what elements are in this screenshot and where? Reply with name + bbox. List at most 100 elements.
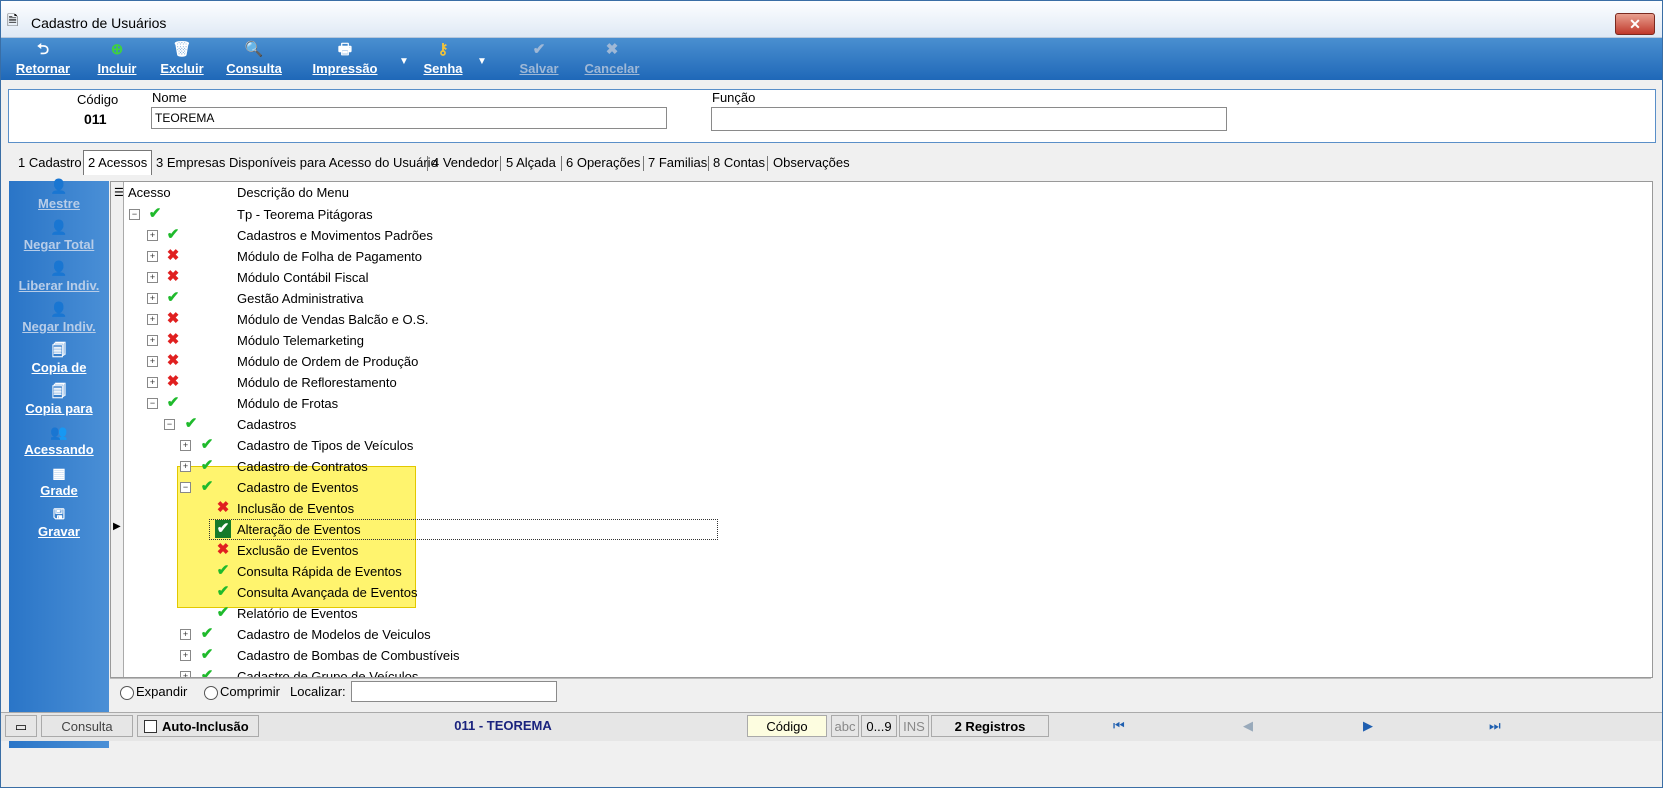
auto-inclusao-toggle[interactable]: Auto-Inclusão (137, 715, 259, 737)
access-granted-icon[interactable]: ✔ (215, 562, 231, 580)
tree-row[interactable]: + ✖ Módulo de Reflorestamento (111, 372, 1652, 393)
expand-icon[interactable]: + (180, 671, 191, 677)
senha-button[interactable]: ⚷ Senha (417, 40, 469, 78)
tab-alcada[interactable]: 5 Alçada (506, 152, 556, 174)
access-granted-icon[interactable]: ✔ (215, 604, 231, 622)
collapse-icon[interactable]: − (147, 398, 158, 409)
tree-row[interactable]: + ✔ Gestão Administrativa (111, 288, 1652, 309)
expandir-radio[interactable] (120, 686, 134, 700)
expand-icon[interactable]: + (147, 251, 158, 262)
tree-row[interactable]: + ✖ Módulo Telemarketing (111, 330, 1652, 351)
access-granted-icon[interactable]: ✔ (199, 478, 215, 496)
column-chooser-icon[interactable]: ☰ (114, 182, 124, 204)
expand-icon[interactable]: + (147, 230, 158, 241)
auto-inclusao-checkbox[interactable] (144, 720, 157, 733)
tab-cadastro[interactable]: 1 Cadastro (18, 152, 82, 174)
last-record-icon[interactable]: ⏭ (1489, 715, 1501, 737)
access-granted-icon[interactable]: ✔ (199, 646, 215, 664)
expand-icon[interactable]: + (147, 356, 158, 367)
expand-icon[interactable]: + (147, 293, 158, 304)
retornar-button[interactable]: ⮌ Retornar (9, 40, 77, 78)
access-granted-icon[interactable]: ✔ (165, 226, 181, 244)
access-granted-icon[interactable]: ✔ (147, 205, 163, 223)
expand-icon[interactable]: + (147, 335, 158, 346)
access-denied-icon[interactable]: ✖ (165, 352, 181, 370)
access-denied-icon[interactable]: ✖ (165, 247, 181, 265)
gravar-button[interactable]: 🖫 Gravar (9, 504, 109, 539)
tree-row[interactable]: − ✔ Cadastro de Eventos (111, 477, 1652, 498)
consulta-button[interactable]: 🔍 Consulta (221, 40, 287, 78)
nome-field[interactable]: TEOREMA (151, 107, 667, 129)
expand-icon[interactable]: + (180, 650, 191, 661)
access-denied-icon[interactable]: ✖ (215, 541, 231, 559)
tree-row[interactable]: + ✔ Cadastros e Movimentos Padrões (111, 225, 1652, 246)
copia-de-button[interactable]: 🗐 Copia de (9, 340, 109, 375)
prev-record-icon[interactable]: ◀ (1243, 715, 1253, 737)
tab-observacoes[interactable]: Observações (773, 152, 850, 174)
expand-icon[interactable]: + (147, 272, 158, 283)
first-record-icon[interactable]: ⏮ (1113, 715, 1125, 737)
access-granted-icon[interactable]: ✔ (165, 394, 181, 412)
tree-row[interactable]: ✔ Consulta Avançada de Eventos (111, 582, 1652, 603)
access-granted-icon[interactable]: ✔ (183, 415, 199, 433)
access-granted-icon[interactable]: ✔ (199, 457, 215, 475)
tree-row[interactable]: + ✖ Módulo de Ordem de Produção (111, 351, 1652, 372)
tree-row[interactable]: − ✔ Tp - Teorema Pitágoras (111, 204, 1652, 225)
tab-acessos[interactable]: 2 Acessos (83, 150, 153, 175)
impressao-dropdown-icon[interactable]: ▼ (399, 56, 409, 67)
salvar-button[interactable]: ✔ Salvar (513, 40, 565, 78)
tree-row[interactable]: ✖ Inclusão de Eventos (111, 498, 1652, 519)
tree-row[interactable]: − ✔ Módulo de Frotas (111, 393, 1652, 414)
expand-icon[interactable]: + (180, 461, 191, 472)
tree-row[interactable]: + ✖ Módulo Contábil Fiscal (111, 267, 1652, 288)
access-denied-icon[interactable]: ✖ (215, 499, 231, 517)
access-granted-icon[interactable]: ✔ (165, 289, 181, 307)
grade-button[interactable]: ▦ Grade (9, 463, 109, 498)
senha-dropdown-icon[interactable]: ▼ (477, 56, 487, 67)
access-denied-icon[interactable]: ✖ (165, 331, 181, 349)
tree-row[interactable]: − ✔ Cadastros (111, 414, 1652, 435)
access-granted-icon[interactable]: ✔ (215, 583, 231, 601)
tab-vendedor[interactable]: 4 Vendedor (432, 152, 499, 174)
tab-empresas[interactable]: 3 Empresas Disponíveis para Acesso do Us… (156, 152, 438, 174)
close-button[interactable]: ✕ (1615, 13, 1655, 35)
tree-row[interactable]: ✖ Exclusão de Eventos (111, 540, 1652, 561)
tree-row[interactable]: ✔ Relatório de Eventos (111, 603, 1652, 624)
access-granted-icon[interactable]: ✔ (199, 625, 215, 643)
localizar-input[interactable] (351, 681, 557, 702)
impressao-button[interactable]: 🖶 Impressão (304, 40, 386, 78)
incluir-button[interactable]: ⊕ Incluir (91, 40, 143, 78)
acessando-button[interactable]: 👥 Acessando (9, 422, 109, 457)
tree-row[interactable]: + ✔ Cadastro de Modelos de Veiculos (111, 624, 1652, 645)
access-granted-icon[interactable]: ✔ (199, 667, 215, 677)
access-denied-icon[interactable]: ✖ (165, 268, 181, 286)
tab-contas[interactable]: 8 Contas (713, 152, 765, 174)
tree-row[interactable]: + ✔ Cadastro de Grupo de Veículos (111, 666, 1652, 677)
comprimir-radio[interactable] (204, 686, 218, 700)
negar-total-button[interactable]: 👤 Negar Total (9, 217, 109, 252)
column-header-acesso[interactable]: Acesso (128, 182, 171, 204)
tab-operacoes[interactable]: 6 Operações (566, 152, 640, 174)
column-header-descricao[interactable]: Descrição do Menu (237, 182, 349, 204)
expand-icon[interactable]: + (180, 440, 191, 451)
tab-familias[interactable]: 7 Familias (648, 152, 707, 174)
collapse-icon[interactable]: − (180, 482, 191, 493)
cancelar-button[interactable]: ✖ Cancelar (579, 40, 645, 78)
access-denied-icon[interactable]: ✖ (165, 373, 181, 391)
tree-row[interactable]: + ✔ Cadastro de Bombas de Combustíveis (111, 645, 1652, 666)
expand-icon[interactable]: + (180, 629, 191, 640)
expand-icon[interactable]: + (147, 314, 158, 325)
next-record-icon[interactable]: ▶ (1363, 715, 1373, 737)
funcao-field[interactable] (711, 107, 1227, 131)
tree-row[interactable]: + ✖ Módulo de Vendas Balcão e O.S. (111, 309, 1652, 330)
mestre-button[interactable]: 👤 Mestre (9, 176, 109, 211)
tree-row[interactable]: ✔ Consulta Rápida de Eventos (111, 561, 1652, 582)
excluir-button[interactable]: 🗑 Excluir (156, 40, 208, 78)
access-denied-icon[interactable]: ✖ (165, 310, 181, 328)
tree-row[interactable]: + ✖ Módulo de Folha de Pagamento (111, 246, 1652, 267)
access-granted-icon[interactable]: ✔ (199, 436, 215, 454)
collapse-icon[interactable]: − (164, 419, 175, 430)
negar-indiv-button[interactable]: 👤 Negar Indiv. (9, 299, 109, 334)
tree-row[interactable]: + ✔ Cadastro de Contratos (111, 456, 1652, 477)
tree-row[interactable]: ✔ Alteração de Eventos ▶ (111, 519, 1652, 540)
